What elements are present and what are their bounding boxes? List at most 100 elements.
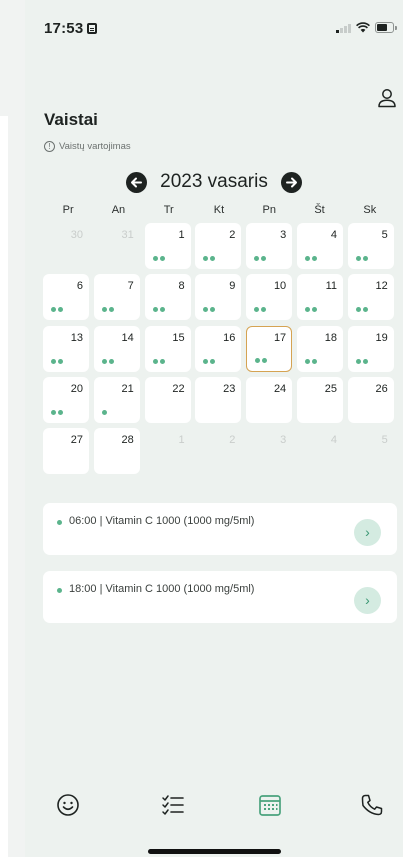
calendar-day[interactable]: 11 <box>297 274 343 321</box>
smiley-icon[interactable] <box>55 792 81 818</box>
status-dot <box>57 588 62 593</box>
dose-dots <box>305 256 317 261</box>
dose-dot <box>355 358 361 364</box>
calendar-day[interactable]: 18 <box>297 325 343 372</box>
day-number: 18 <box>324 331 337 344</box>
dose-dot <box>152 256 158 261</box>
dose-label: 06:00 | Vitamin C 1000 (1000 mg/5ml) <box>69 515 255 527</box>
dose-card[interactable]: 06:00 | Vitamin C 1000 (1000 mg/5ml) › <box>43 503 397 555</box>
info-icon: ! <box>44 141 55 152</box>
calendar-day[interactable]: 9 <box>195 274 242 321</box>
day-number: 11 <box>325 280 337 293</box>
calendar-day-outside: 2 <box>195 428 241 474</box>
day-number: 2 <box>229 229 236 241</box>
dose-dot <box>58 409 63 415</box>
dose-dot <box>262 357 268 363</box>
calendar-day[interactable]: 25 <box>297 376 343 423</box>
day-number: 2 <box>229 434 236 447</box>
dose-dots <box>51 358 63 364</box>
dose-dots <box>101 307 114 313</box>
weekday-label: Kt <box>213 204 225 216</box>
dose-dots <box>355 307 368 313</box>
dose-dot <box>101 307 107 313</box>
dose-dots <box>254 307 267 313</box>
day-number: 1 <box>178 229 185 241</box>
calendar-day[interactable]: 2 <box>195 223 242 269</box>
dose-dot <box>261 256 267 261</box>
calendar-day[interactable]: 3 <box>246 223 293 269</box>
dose-dots <box>203 256 216 261</box>
dose-dot <box>51 307 56 313</box>
next-month-button[interactable] <box>280 171 302 193</box>
dose-card[interactable]: 18:00 | Vitamin C 1000 (1000 mg/5ml) › <box>43 571 397 623</box>
day-number: 4 <box>330 434 337 447</box>
dose-dots <box>101 358 114 364</box>
day-number: 5 <box>381 434 388 447</box>
dose-dot <box>355 307 361 313</box>
dose-dot <box>312 358 317 364</box>
weekday-label: Pr <box>62 204 74 216</box>
day-number: 19 <box>375 331 388 344</box>
calendar-day[interactable]: 19 <box>347 325 394 372</box>
dose-dot <box>51 409 56 415</box>
arrow-right-icon <box>285 177 297 187</box>
subtitle-row[interactable]: ! Vaistų vartojimas <box>44 141 131 152</box>
day-number: 26 <box>375 382 388 395</box>
calendar-day[interactable]: 8 <box>144 274 191 321</box>
calendar-day[interactable]: 10 <box>246 274 293 321</box>
dose-dots <box>255 357 268 363</box>
weekday-label: Sk <box>363 204 377 216</box>
background-app-strip <box>0 0 25 857</box>
calendar-day[interactable]: 5 <box>347 223 394 269</box>
calendar-day[interactable]: 28 <box>93 428 140 475</box>
dose-dots <box>101 409 107 415</box>
day-number: 15 <box>172 331 185 344</box>
dose-dot <box>58 307 63 313</box>
calendar-day[interactable]: 15 <box>144 325 191 372</box>
dose-dot <box>254 256 260 261</box>
id-card-icon <box>87 23 98 34</box>
calendar-day[interactable]: 22 <box>144 376 191 423</box>
home-indicator[interactable] <box>148 849 281 854</box>
weekday-label: Pn <box>262 204 276 216</box>
calendar-day[interactable]: 16 <box>195 325 242 372</box>
calendar-day-outside: 5 <box>348 428 394 474</box>
calendar-day[interactable]: 13 <box>43 325 89 372</box>
dose-dots <box>254 256 267 261</box>
dose-dot <box>108 358 114 364</box>
status-icons <box>336 22 397 33</box>
calendar-icon[interactable] <box>257 792 283 818</box>
dose-dot <box>203 358 209 364</box>
day-number: 24 <box>273 382 287 395</box>
profile-icon[interactable] <box>375 86 399 110</box>
calendar-day[interactable]: 4 <box>297 223 343 269</box>
status-time-wrap: 17:53 <box>44 20 98 37</box>
calendar-day[interactable]: 24 <box>246 376 293 423</box>
checklist-icon[interactable] <box>160 792 186 818</box>
subtitle-text: Vaistų vartojimas <box>59 141 131 152</box>
calendar-day[interactable]: 6 <box>43 274 89 321</box>
chevron-right-icon[interactable]: › <box>354 587 381 614</box>
calendar-day-today[interactable]: 17 <box>246 325 293 372</box>
calendar-day[interactable]: 26 <box>347 376 394 423</box>
chevron-right-icon[interactable]: › <box>354 519 381 546</box>
phone-icon[interactable] <box>359 792 385 818</box>
calendar-day[interactable]: 7 <box>93 274 140 321</box>
dose-dot <box>362 256 368 261</box>
dose-dot <box>51 358 56 364</box>
previous-month-button[interactable] <box>126 171 148 193</box>
dose-dot <box>305 358 310 364</box>
day-number: 28 <box>121 434 134 447</box>
calendar-day[interactable]: 12 <box>347 274 394 321</box>
calendar-day[interactable]: 14 <box>93 325 140 372</box>
calendar-day[interactable]: 20 <box>43 376 89 423</box>
dose-dot <box>355 256 361 261</box>
dose-dot <box>255 357 261 363</box>
calendar-day[interactable]: 21 <box>93 376 140 423</box>
calendar-day[interactable]: 1 <box>144 223 191 269</box>
day-number: 25 <box>324 382 337 395</box>
dose-dot <box>305 256 310 261</box>
calendar-day[interactable]: 23 <box>195 376 242 423</box>
calendar-day[interactable]: 27 <box>43 428 89 475</box>
weekday-label: An <box>111 204 126 216</box>
